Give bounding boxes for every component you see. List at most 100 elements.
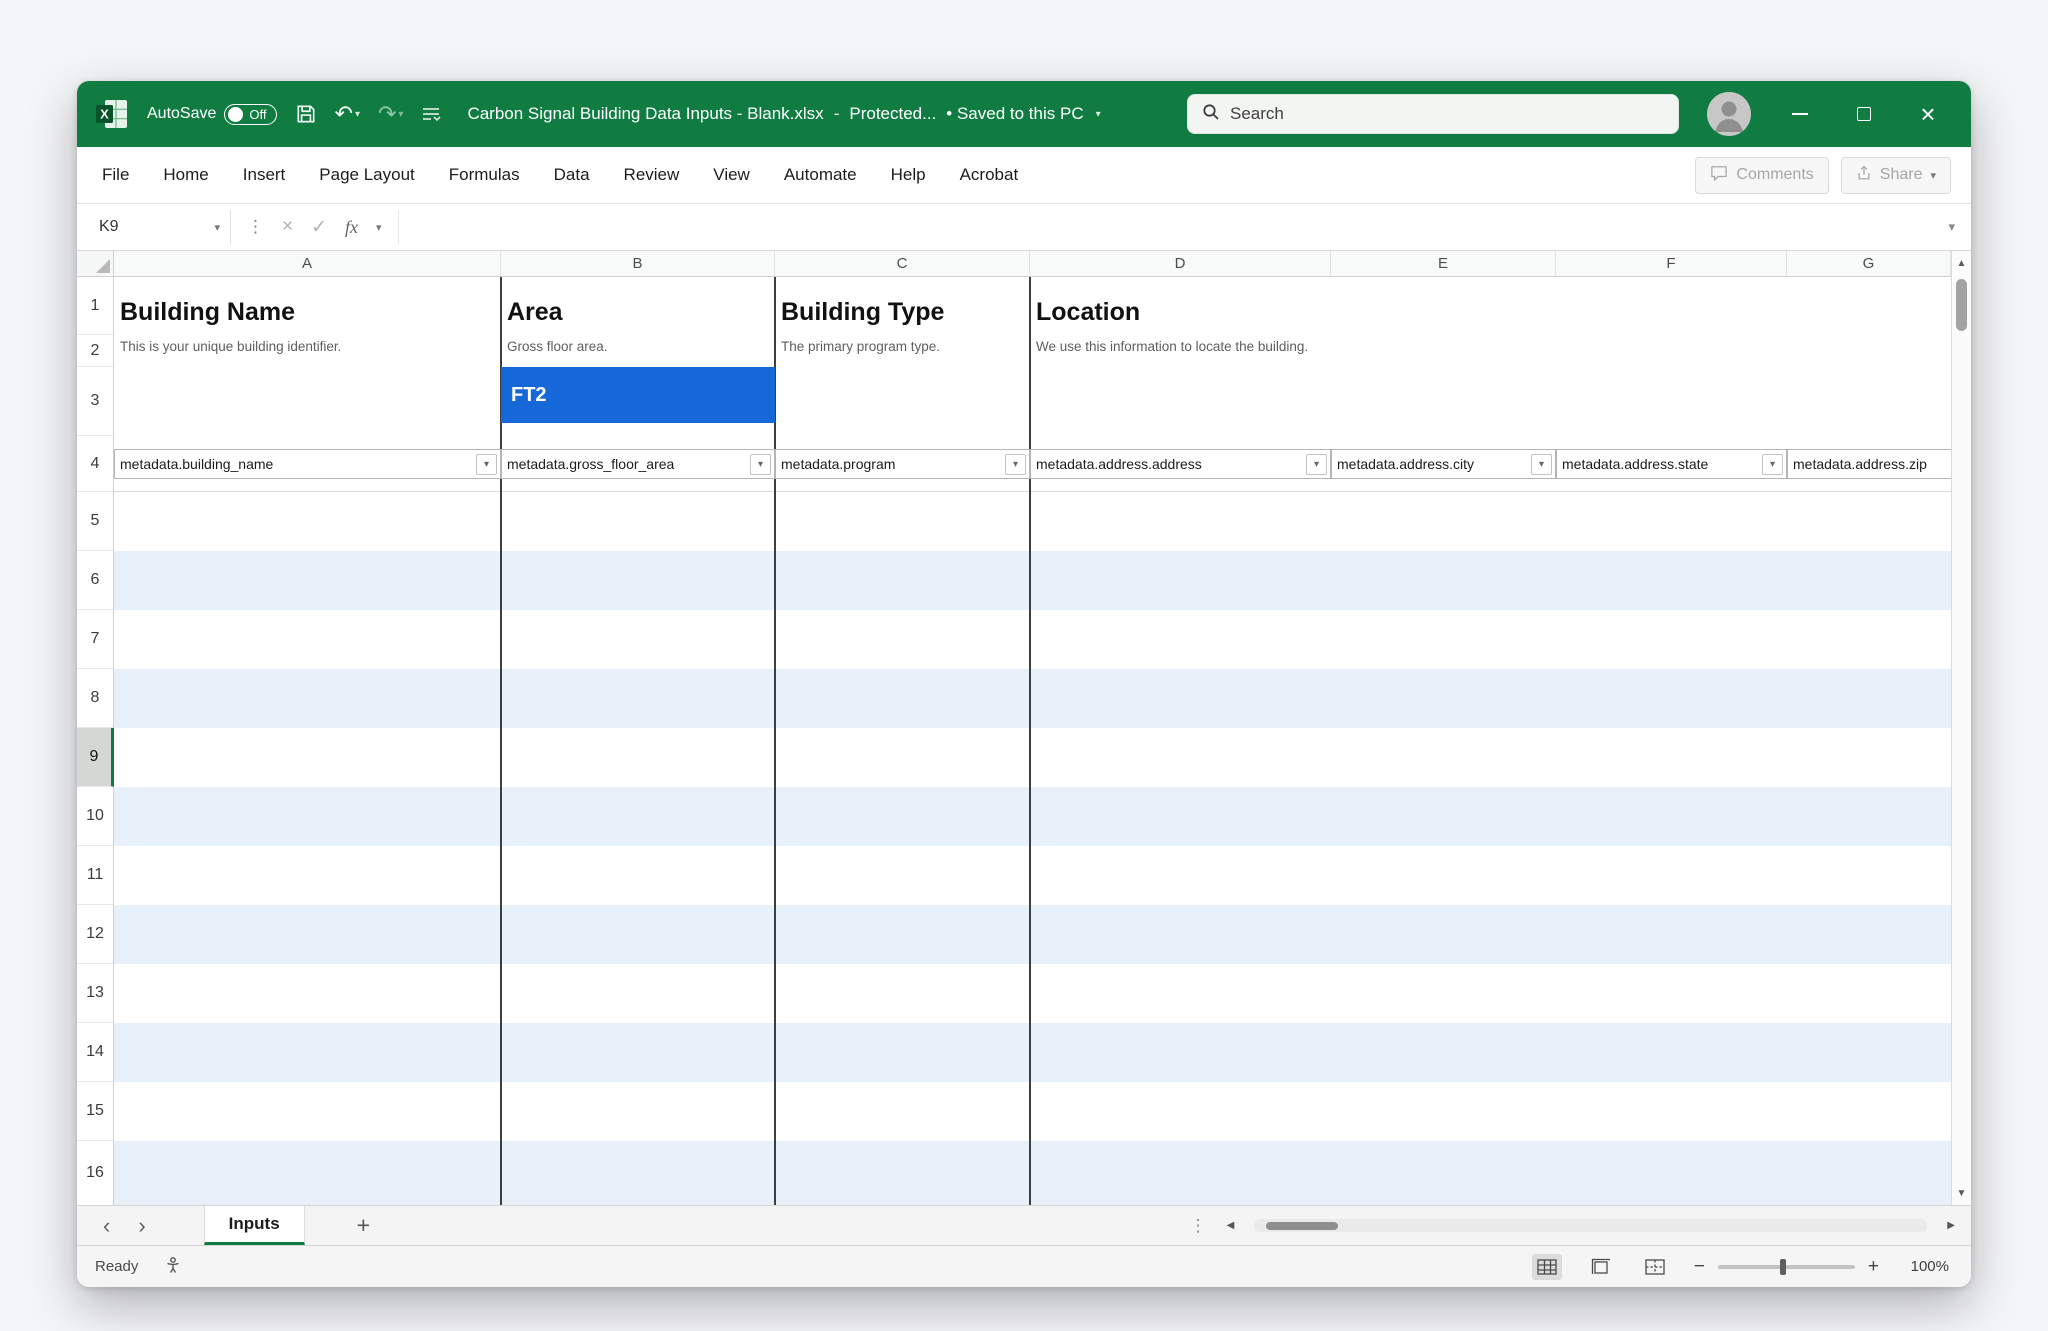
row-header-1[interactable]: 1 [77, 277, 113, 335]
redo-button[interactable]: ↷ ▾ [378, 103, 403, 125]
column-header-f[interactable]: F [1556, 251, 1787, 276]
field-cell-building-name[interactable]: metadata.building_name ▾ [114, 449, 501, 479]
column-header-e[interactable]: E [1331, 251, 1556, 276]
menu-file[interactable]: File [85, 147, 146, 203]
row-header-14[interactable]: 14 [77, 1023, 113, 1082]
close-button[interactable]: × [1913, 99, 1943, 129]
menu-formulas[interactable]: Formulas [432, 147, 537, 203]
column-header-d[interactable]: D [1030, 251, 1331, 276]
scroll-left-icon[interactable]: ◀ [1227, 1220, 1235, 1231]
field-dropdown-button[interactable]: ▾ [1306, 454, 1327, 475]
section-building-type[interactable]: Building Type The primary program type. [775, 277, 1030, 436]
section-location[interactable]: Location We use this information to loca… [1030, 277, 1951, 436]
row-header-9-active[interactable]: 9 [77, 728, 114, 787]
row-header-7[interactable]: 7 [77, 610, 113, 669]
add-sheet-button[interactable]: + [357, 1212, 370, 1239]
quick-access-toolbar-button[interactable] [421, 106, 441, 122]
scroll-up-icon[interactable]: ▲ [1952, 251, 1971, 275]
horizontal-scroll-track[interactable] [1254, 1219, 1927, 1232]
field-dropdown-button[interactable]: ▾ [1531, 454, 1552, 475]
scroll-right-icon[interactable]: ▶ [1947, 1220, 1955, 1231]
row-header-2[interactable]: 2 [77, 335, 113, 367]
accessibility-icon[interactable] [164, 1256, 182, 1278]
column-header-g[interactable]: G [1787, 251, 1951, 276]
selected-cell-b3[interactable]: FT2 [501, 367, 775, 423]
insert-function-button[interactable]: fx [345, 217, 358, 238]
menu-data[interactable]: Data [537, 147, 607, 203]
sheet-row[interactable] [114, 610, 1951, 669]
menu-help[interactable]: Help [874, 147, 943, 203]
field-cell-gross-floor-area[interactable]: metadata.gross_floor_area ▾ [501, 449, 775, 479]
sheet-row[interactable] [114, 964, 1951, 1023]
row-header-6[interactable]: 6 [77, 551, 113, 610]
formula-bar-expand-icon[interactable]: ▾ [1932, 219, 1971, 235]
field-dropdown-button[interactable]: ▾ [1762, 454, 1783, 475]
zoom-slider-thumb[interactable] [1780, 1259, 1786, 1275]
menu-automate[interactable]: Automate [767, 147, 874, 203]
field-cell-program[interactable]: metadata.program ▾ [775, 449, 1030, 479]
sheet-row[interactable] [114, 1082, 1951, 1141]
saved-status[interactable]: • Saved to this PC [946, 104, 1083, 124]
avatar[interactable] [1707, 92, 1751, 136]
vertical-scrollbar[interactable]: ▲ ▼ [1951, 251, 1971, 1205]
name-box[interactable]: K9 ▾ [85, 210, 231, 244]
field-cell-city[interactable]: metadata.address.city ▾ [1331, 449, 1556, 479]
search-input[interactable] [1230, 104, 1664, 124]
sheet-nav-right-icon[interactable]: › [138, 1213, 145, 1239]
sheet-row[interactable] [114, 551, 1951, 610]
menu-review[interactable]: Review [607, 147, 697, 203]
column-header-a[interactable]: A [114, 251, 501, 276]
field-dropdown-button[interactable]: ▾ [1005, 454, 1026, 475]
row-header-3[interactable]: 3 [77, 367, 113, 436]
menu-acrobat[interactable]: Acrobat [943, 147, 1036, 203]
autosave-toggle[interactable]: AutoSave Off [147, 104, 277, 125]
field-cell-address[interactable]: metadata.address.address ▾ [1030, 449, 1331, 479]
zoom-in-button[interactable]: + [1868, 1256, 1879, 1278]
sheet-row[interactable] [114, 728, 1951, 787]
page-layout-view-button[interactable] [1586, 1254, 1616, 1280]
row-header-13[interactable]: 13 [77, 964, 113, 1023]
sheet-row[interactable] [114, 492, 1951, 551]
field-dropdown-button[interactable]: ▾ [750, 454, 771, 475]
page-break-view-button[interactable] [1640, 1254, 1670, 1280]
column-header-b[interactable]: B [501, 251, 775, 276]
sheet-tab-inputs[interactable]: Inputs [204, 1206, 305, 1245]
row-header-15[interactable]: 15 [77, 1082, 113, 1141]
row-header-5[interactable]: 5 [77, 492, 113, 551]
cancel-entry-icon[interactable]: × [282, 216, 293, 238]
formula-input-area[interactable] [398, 210, 1933, 244]
more-options-icon[interactable]: ⋮ [1190, 1216, 1207, 1236]
maximize-button[interactable] [1849, 99, 1879, 129]
undo-button[interactable]: ↶ ▾ [335, 103, 360, 125]
comments-button[interactable]: Comments [1695, 157, 1828, 194]
search-box[interactable] [1187, 94, 1679, 134]
sheet-row[interactable] [114, 846, 1951, 905]
field-cell-zip[interactable]: metadata.address.zip ▾ [1787, 449, 1951, 479]
menu-insert[interactable]: Insert [226, 147, 303, 203]
row-header-10[interactable]: 10 [77, 787, 113, 846]
scroll-down-icon[interactable]: ▼ [1952, 1181, 1971, 1205]
sheet-row[interactable] [114, 787, 1951, 846]
menu-page-layout[interactable]: Page Layout [302, 147, 431, 203]
sheet-nav-left-icon[interactable]: ‹ [103, 1213, 110, 1239]
horizontal-scroll-thumb[interactable] [1266, 1222, 1338, 1230]
sheet-row[interactable] [114, 905, 1951, 964]
save-icon[interactable] [295, 103, 317, 125]
formula-input[interactable] [411, 218, 1921, 236]
select-all-corner[interactable] [77, 251, 114, 276]
row-header-4[interactable]: 4 [77, 436, 113, 492]
zoom-level[interactable]: 100% [1903, 1258, 1949, 1275]
menu-home[interactable]: Home [146, 147, 225, 203]
minimize-button[interactable] [1785, 99, 1815, 129]
field-dropdown-button[interactable]: ▾ [476, 454, 497, 475]
zoom-slider[interactable] [1718, 1265, 1855, 1269]
sheet-row[interactable] [114, 1141, 1951, 1205]
row-header-11[interactable]: 11 [77, 846, 113, 905]
sheet-row[interactable] [114, 669, 1951, 728]
menu-view[interactable]: View [696, 147, 767, 203]
sheet-cells[interactable]: Building Name This is your unique buildi… [114, 277, 1951, 1205]
zoom-out-button[interactable]: − [1694, 1256, 1705, 1278]
section-building-name[interactable]: Building Name This is your unique buildi… [114, 277, 501, 436]
row-header-8[interactable]: 8 [77, 669, 113, 728]
normal-view-button[interactable] [1532, 1254, 1562, 1280]
